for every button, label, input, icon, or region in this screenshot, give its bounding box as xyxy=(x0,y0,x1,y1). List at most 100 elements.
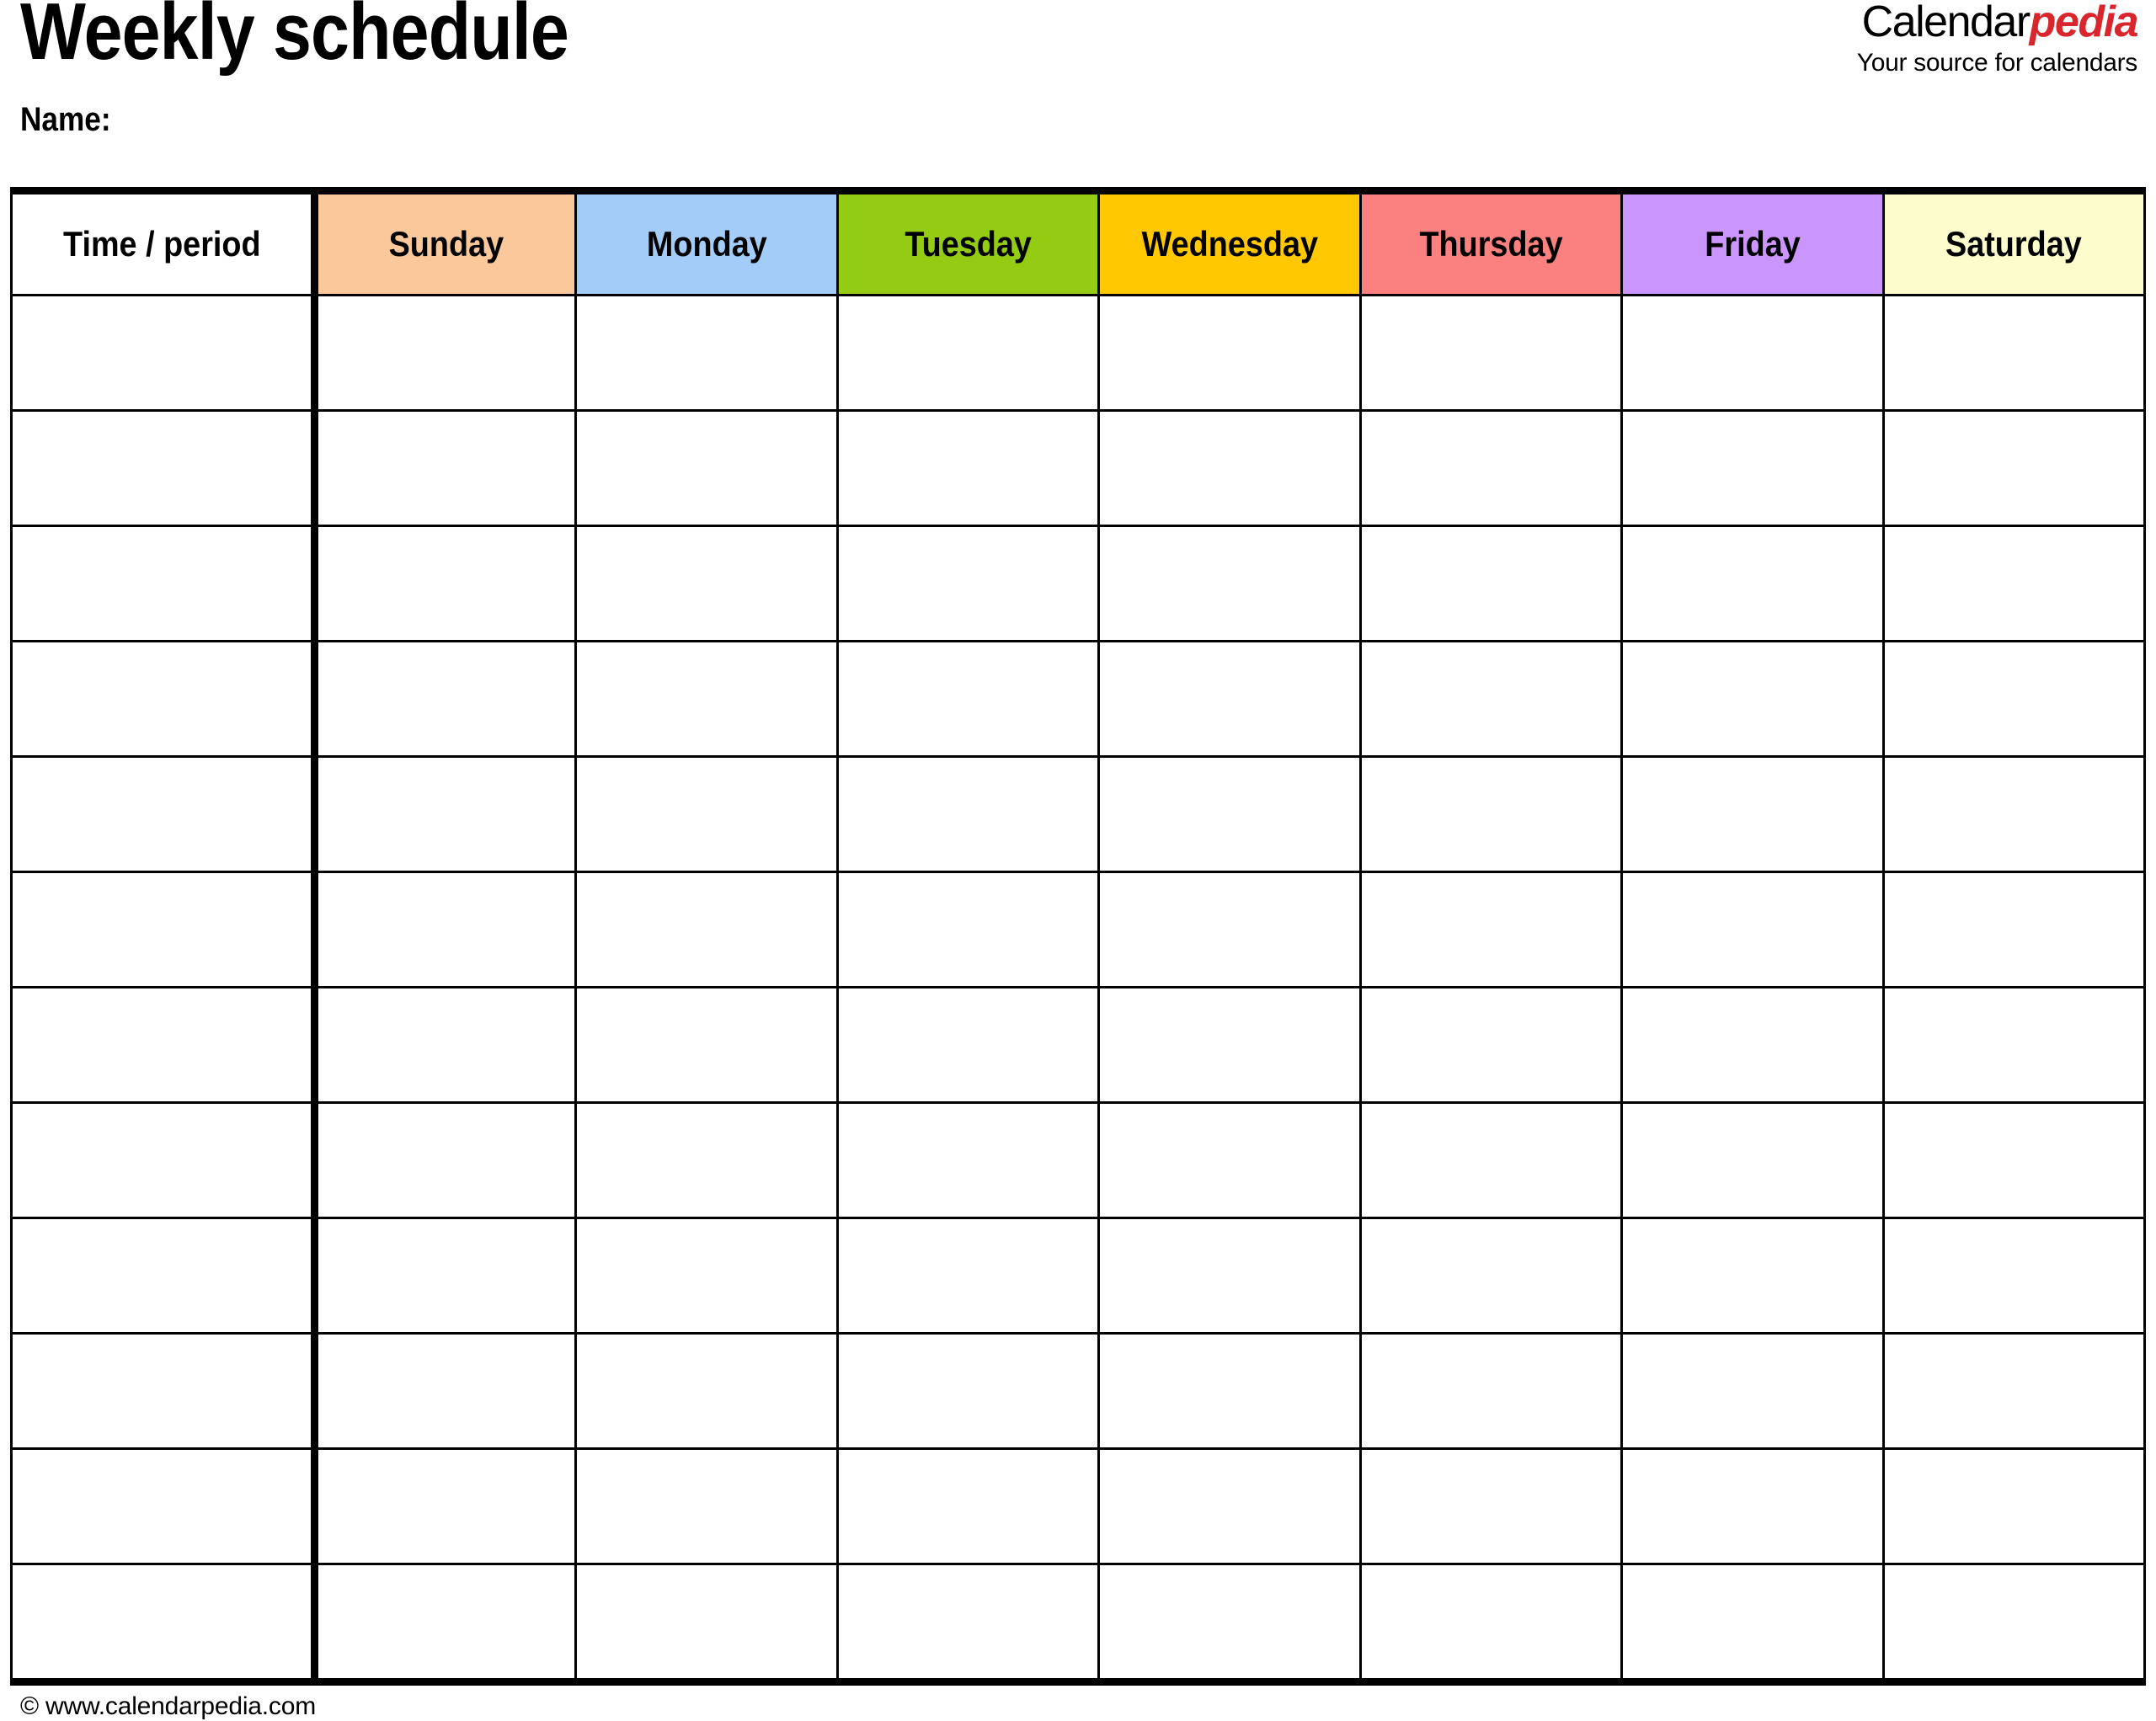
schedule-cell-tuesday[interactable] xyxy=(835,1332,1101,1450)
schedule-cell-wednesday[interactable] xyxy=(1097,986,1362,1104)
schedule-cell-friday[interactable] xyxy=(1620,986,1885,1104)
schedule-cell-sunday[interactable] xyxy=(312,871,578,988)
time-period-cell[interactable] xyxy=(10,1101,318,1219)
schedule-cell-saturday[interactable] xyxy=(1881,755,2147,873)
schedule-cell-thursday[interactable] xyxy=(1358,755,1624,873)
schedule-cell-wednesday[interactable] xyxy=(1097,871,1362,988)
schedule-cell-monday[interactable] xyxy=(574,1563,839,1683)
schedule-cell-friday[interactable] xyxy=(1620,1101,1885,1219)
schedule-cell-saturday[interactable] xyxy=(1881,409,2147,527)
schedule-cell-tuesday[interactable] xyxy=(835,755,1101,873)
schedule-cell-wednesday[interactable] xyxy=(1097,294,1362,412)
schedule-cell-sunday[interactable] xyxy=(312,755,578,873)
schedule-cell-sunday[interactable] xyxy=(312,409,578,527)
time-period-cell[interactable] xyxy=(10,986,318,1104)
schedule-cell-wednesday[interactable] xyxy=(1097,640,1362,758)
schedule-cell-monday[interactable] xyxy=(574,755,839,873)
schedule-cell-wednesday[interactable] xyxy=(1097,1332,1362,1450)
schedule-cell-monday[interactable] xyxy=(574,986,839,1104)
schedule-cell-saturday[interactable] xyxy=(1881,871,2147,988)
schedule-cell-monday[interactable] xyxy=(574,294,839,412)
schedule-cell-monday[interactable] xyxy=(574,409,839,527)
schedule-cell-wednesday[interactable] xyxy=(1097,1101,1362,1219)
schedule-cell-thursday[interactable] xyxy=(1358,1447,1624,1565)
time-period-cell[interactable] xyxy=(10,755,318,873)
time-period-cell[interactable] xyxy=(10,1332,318,1450)
schedule-cell-wednesday[interactable] xyxy=(1097,409,1362,527)
schedule-cell-tuesday[interactable] xyxy=(835,294,1101,412)
schedule-cell-sunday[interactable] xyxy=(312,640,578,758)
time-period-cell[interactable] xyxy=(10,1447,318,1565)
schedule-cell-thursday[interactable] xyxy=(1358,294,1624,412)
schedule-cell-thursday[interactable] xyxy=(1358,1563,1624,1683)
schedule-cell-saturday[interactable] xyxy=(1881,1447,2147,1565)
schedule-cell-saturday[interactable] xyxy=(1881,1332,2147,1450)
schedule-cell-monday[interactable] xyxy=(574,871,839,988)
schedule-cell-thursday[interactable] xyxy=(1358,1332,1624,1450)
schedule-cell-wednesday[interactable] xyxy=(1097,1217,1362,1335)
schedule-cell-wednesday[interactable] xyxy=(1097,1447,1362,1565)
schedule-cell-tuesday[interactable] xyxy=(835,640,1101,758)
schedule-cell-friday[interactable] xyxy=(1620,294,1885,412)
time-period-cell[interactable] xyxy=(10,409,318,527)
schedule-cell-sunday[interactable] xyxy=(312,525,578,642)
schedule-cell-saturday[interactable] xyxy=(1881,294,2147,412)
schedule-cell-tuesday[interactable] xyxy=(835,1101,1101,1219)
schedule-cell-tuesday[interactable] xyxy=(835,1217,1101,1335)
schedule-cell-saturday[interactable] xyxy=(1881,1563,2147,1683)
schedule-cell-friday[interactable] xyxy=(1620,755,1885,873)
schedule-cell-monday[interactable] xyxy=(574,525,839,642)
schedule-cell-friday[interactable] xyxy=(1620,525,1885,642)
schedule-cell-friday[interactable] xyxy=(1620,1332,1885,1450)
schedule-cell-sunday[interactable] xyxy=(312,1332,578,1450)
schedule-cell-wednesday[interactable] xyxy=(1097,755,1362,873)
time-period-cell[interactable] xyxy=(10,294,318,412)
schedule-cell-sunday[interactable] xyxy=(312,986,578,1104)
schedule-cell-saturday[interactable] xyxy=(1881,986,2147,1104)
schedule-cell-monday[interactable] xyxy=(574,1332,839,1450)
schedule-cell-thursday[interactable] xyxy=(1358,525,1624,642)
time-period-cell[interactable] xyxy=(10,871,318,988)
schedule-cell-monday[interactable] xyxy=(574,1101,839,1219)
time-period-cell[interactable] xyxy=(10,1563,318,1683)
time-period-cell[interactable] xyxy=(10,525,318,642)
time-period-cell[interactable] xyxy=(10,1217,318,1335)
brand-wordmark: Calendarpedia xyxy=(1857,0,2139,44)
time-period-cell[interactable] xyxy=(10,640,318,758)
schedule-cell-thursday[interactable] xyxy=(1358,871,1624,988)
schedule-cell-sunday[interactable] xyxy=(312,1563,578,1683)
schedule-cell-tuesday[interactable] xyxy=(835,525,1101,642)
column-header-saturday: Saturday xyxy=(1881,189,2147,296)
calendarpedia-logo: Calendarpedia Your source for calendars xyxy=(1856,0,2139,77)
schedule-cell-tuesday[interactable] xyxy=(835,871,1101,988)
schedule-cell-saturday[interactable] xyxy=(1881,640,2147,758)
schedule-cell-friday[interactable] xyxy=(1620,1563,1885,1683)
schedule-cell-friday[interactable] xyxy=(1620,1217,1885,1335)
brand-tagline: Your source for calendars xyxy=(1856,49,2138,77)
schedule-cell-tuesday[interactable] xyxy=(835,1447,1101,1565)
schedule-cell-friday[interactable] xyxy=(1620,640,1885,758)
schedule-cell-tuesday[interactable] xyxy=(835,1563,1101,1683)
schedule-cell-tuesday[interactable] xyxy=(835,986,1101,1104)
schedule-cell-sunday[interactable] xyxy=(312,1447,578,1565)
schedule-cell-saturday[interactable] xyxy=(1881,1217,2147,1335)
schedule-cell-sunday[interactable] xyxy=(312,1101,578,1219)
schedule-cell-sunday[interactable] xyxy=(312,294,578,412)
schedule-cell-tuesday[interactable] xyxy=(835,409,1101,527)
schedule-cell-thursday[interactable] xyxy=(1358,640,1624,758)
schedule-cell-thursday[interactable] xyxy=(1358,1217,1624,1335)
schedule-cell-friday[interactable] xyxy=(1620,409,1885,527)
schedule-cell-friday[interactable] xyxy=(1620,871,1885,988)
schedule-cell-saturday[interactable] xyxy=(1881,1101,2147,1219)
schedule-cell-saturday[interactable] xyxy=(1881,525,2147,642)
schedule-cell-thursday[interactable] xyxy=(1358,409,1624,527)
schedule-cell-friday[interactable] xyxy=(1620,1447,1885,1565)
schedule-cell-monday[interactable] xyxy=(574,1447,839,1565)
schedule-cell-monday[interactable] xyxy=(574,1217,839,1335)
schedule-cell-monday[interactable] xyxy=(574,640,839,758)
schedule-cell-thursday[interactable] xyxy=(1358,986,1624,1104)
schedule-cell-wednesday[interactable] xyxy=(1097,525,1362,642)
schedule-cell-thursday[interactable] xyxy=(1358,1101,1624,1219)
schedule-cell-sunday[interactable] xyxy=(312,1217,578,1335)
schedule-cell-wednesday[interactable] xyxy=(1097,1563,1362,1683)
